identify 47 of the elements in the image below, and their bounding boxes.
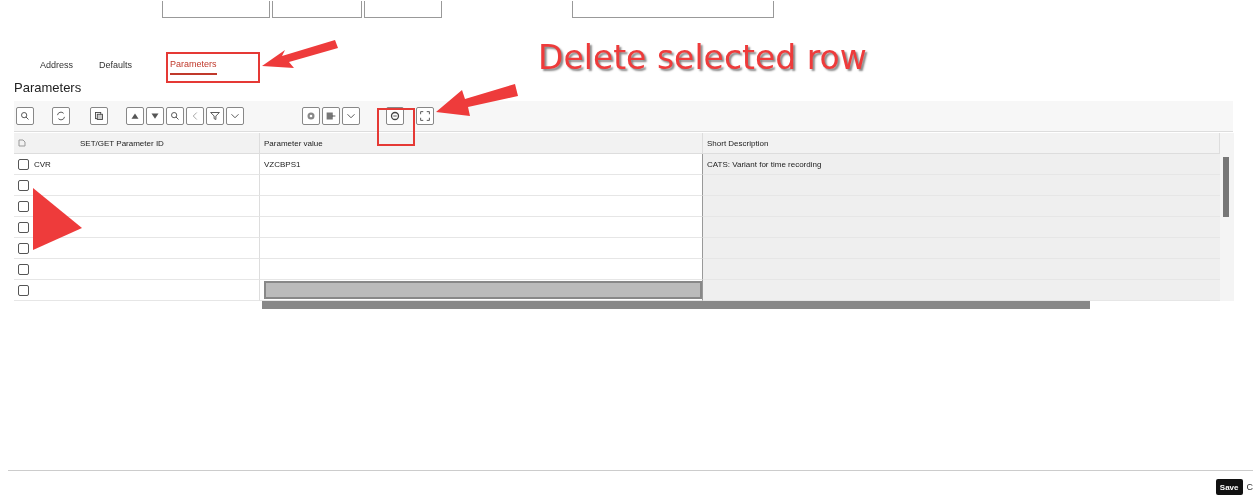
toolbar-button[interactable] [322,107,340,125]
toolbar-button[interactable] [52,107,70,125]
save-button[interactable]: Save [1215,479,1243,495]
checkbox[interactable] [18,284,29,296]
select-all-icon[interactable] [18,139,26,147]
tab[interactable]: Parameters [170,55,217,75]
input-field[interactable] [572,1,774,18]
horizontal-scrollbar[interactable] [262,301,1090,309]
tab[interactable]: Address [40,56,74,74]
cancel-button[interactable]: C [1246,479,1253,495]
column-header: SET/GET Parameter ID [80,138,164,148]
toolbar-button[interactable] [166,107,184,125]
toolbar-button[interactable] [16,107,34,125]
column-header: Parameter value [260,133,703,154]
annotation-text: Delete selected row [538,38,867,77]
toolbar-button[interactable] [90,107,108,125]
checkbox[interactable] [18,200,29,212]
arrow [33,188,82,250]
toolbar-button[interactable] [302,107,320,125]
tab[interactable]: Defaults [99,56,133,74]
checkbox[interactable] [18,242,29,254]
table-cell: CVR [34,159,51,169]
vertical-scrollbar[interactable] [1223,157,1229,217]
minus-circle-icon [388,109,402,123]
checkbox[interactable] [18,179,29,191]
input-field[interactable] [272,1,362,18]
checkbox[interactable] [18,221,29,233]
toolbar-button[interactable] [126,107,144,125]
copy-icon [92,109,106,123]
toolbar-button[interactable] [146,107,164,125]
table-cell: CATS: Variant for time recording [703,154,1220,175]
filter-icon [208,109,222,123]
toolbar-button[interactable] [206,107,224,125]
refresh-icon [54,109,68,123]
expand-icon [418,109,432,123]
toolbar-button[interactable] [416,107,434,125]
checkbox[interactable] [18,158,29,170]
checkbox[interactable] [18,263,29,275]
input-field[interactable] [364,1,442,18]
toolbar-button[interactable] [186,107,204,125]
section-title: Parameters [14,80,83,95]
toolbar-button[interactable] [342,107,360,125]
table-cell: VZCBPS1 [260,154,703,175]
toolbar-button[interactable] [226,107,244,125]
highlight-frame [377,108,415,146]
input-field[interactable] [162,1,270,18]
column-header: Short Description [703,133,1220,154]
